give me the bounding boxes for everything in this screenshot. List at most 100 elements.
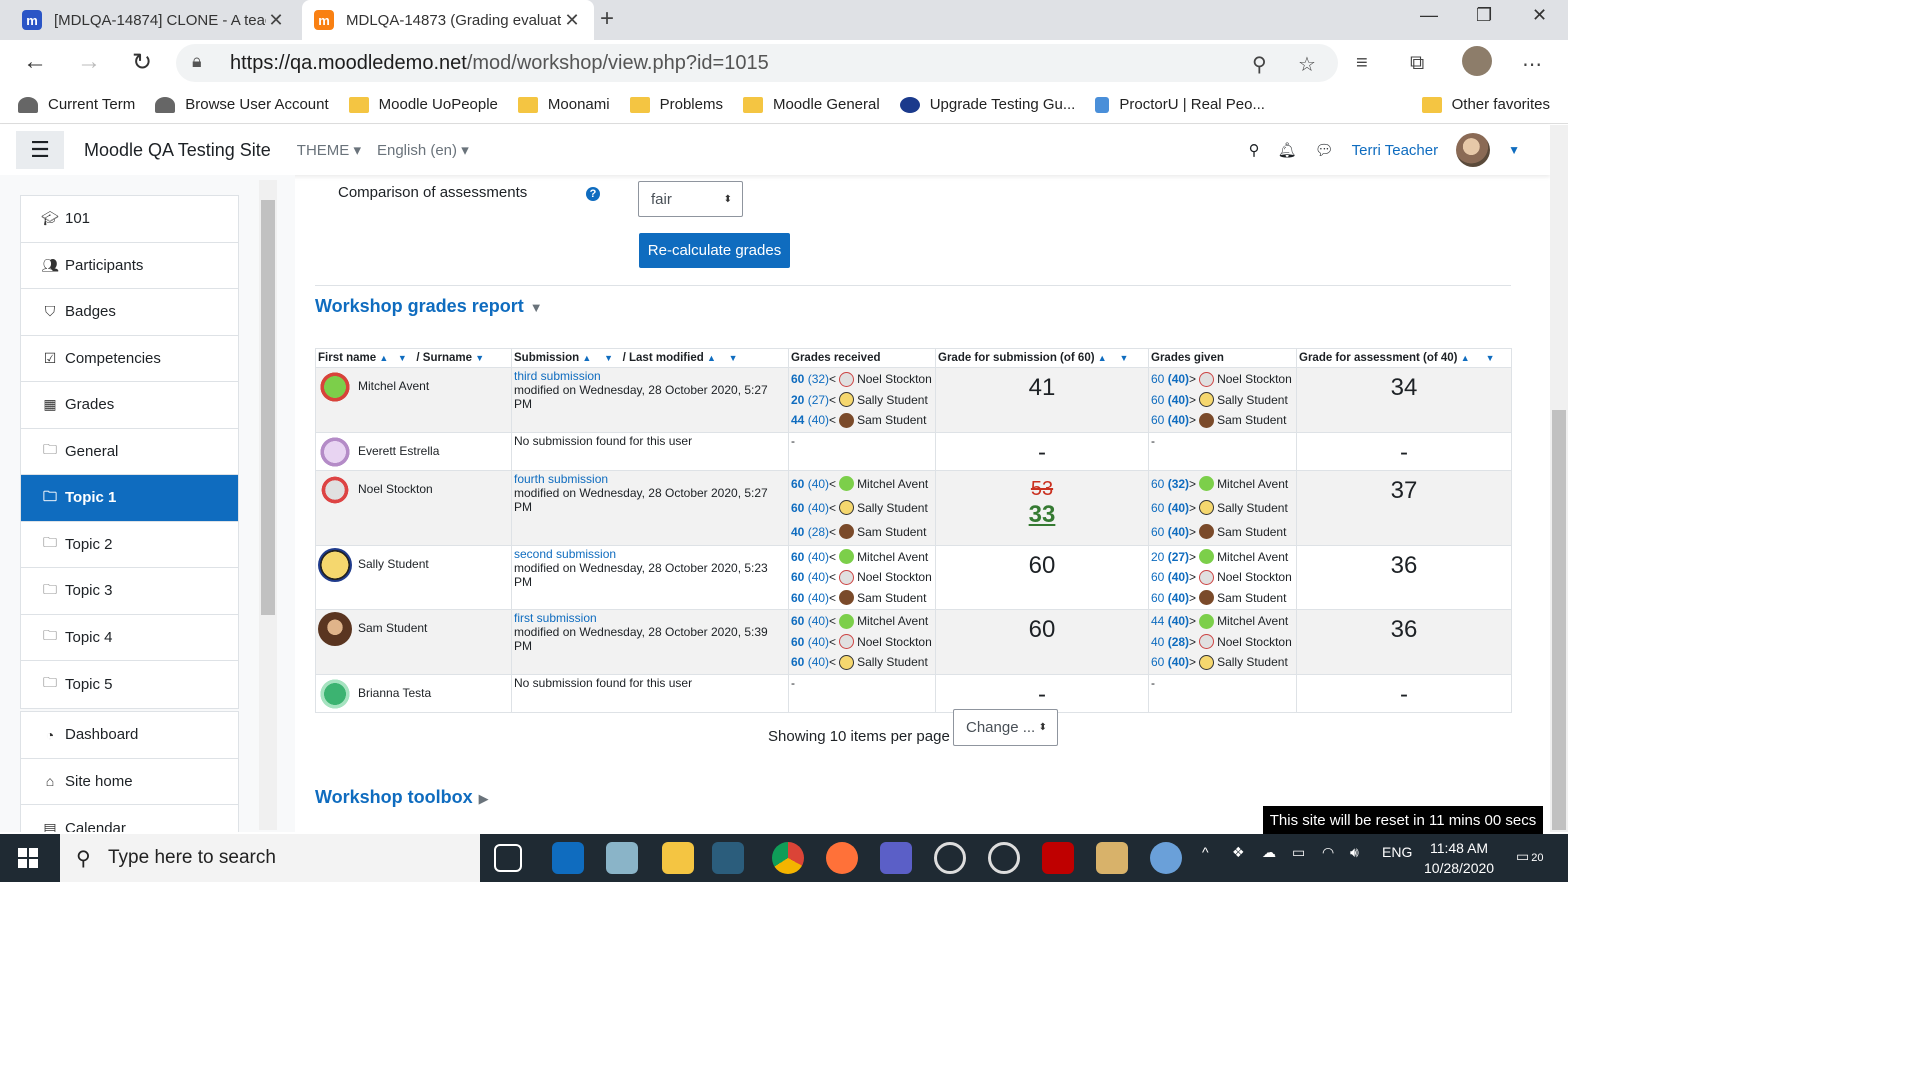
drawer-item-calendar[interactable]: ▤ Calendar: [21, 805, 238, 832]
page-scrollbar[interactable]: [1550, 125, 1568, 832]
task-view-icon[interactable]: [494, 844, 522, 872]
per-page-select[interactable]: Change ... ⬍: [953, 709, 1058, 746]
language-dropdown[interactable]: English (en) ▾: [377, 141, 469, 159]
sort-desc-icon[interactable]: ▼: [398, 353, 407, 363]
bookmark-folder[interactable]: Moodle UoPeople: [348, 96, 498, 113]
drawer-item-topic-4[interactable]: 🗀 Topic 4: [21, 615, 238, 661]
sort-desc-icon[interactable]: ▼: [475, 353, 484, 363]
user-name[interactable]: Sally Student: [358, 557, 429, 571]
theme-dropdown[interactable]: THEME ▾: [297, 141, 361, 159]
file-explorer-icon[interactable]: [662, 842, 694, 874]
user-menu-chevron-icon[interactable]: ▼: [1508, 143, 1520, 157]
bookmark-folder[interactable]: Moodle General: [742, 96, 880, 113]
grade-line[interactable]: 60 (40) < Sam Student: [791, 588, 933, 609]
recalculate-grades-button[interactable]: Re-calculate grades: [639, 233, 790, 268]
comparison-select[interactable]: fair ⬍: [638, 181, 743, 217]
sort-asc-icon[interactable]: ▲: [707, 353, 716, 363]
sort-desc-icon[interactable]: ▼: [604, 353, 613, 363]
grade-line[interactable]: 60 (40) > Noel Stockton: [1151, 567, 1294, 588]
grade-line[interactable]: 20 (27) > Mitchel Avent: [1151, 547, 1294, 568]
tray-chevron-icon[interactable]: ^: [1202, 844, 1209, 860]
volume-icon[interactable]: 🔊︎: [1350, 844, 1359, 861]
back-icon[interactable]: ←: [20, 48, 50, 76]
grade-line[interactable]: 40 (28) > Noel Stockton: [1151, 632, 1294, 653]
avatar[interactable]: [318, 547, 352, 582]
grade-line[interactable]: 44 (40) > Mitchel Avent: [1151, 611, 1294, 632]
drawer-item-topic-1[interactable]: 🗀 Topic 1: [21, 475, 238, 522]
avatar[interactable]: [318, 612, 352, 646]
language-indicator[interactable]: ENG: [1382, 844, 1412, 860]
help-icon[interactable]: ?: [586, 187, 600, 201]
bookmark-folder[interactable]: Problems: [629, 96, 723, 113]
site-name[interactable]: Moodle QA Testing Site: [84, 140, 271, 161]
user-name[interactable]: Everett Estrella: [358, 444, 439, 458]
sort-asc-icon[interactable]: ▲: [379, 353, 388, 363]
avatar[interactable]: [1456, 133, 1491, 167]
drawer-item-grades[interactable]: ▦ Grades: [21, 382, 238, 429]
zoom-icon[interactable]: ⚲: [1252, 52, 1267, 77]
forward-icon[interactable]: →: [74, 48, 104, 76]
bookmark-folder[interactable]: Moonami: [517, 96, 610, 113]
bookmark-item[interactable]: ProctorU | Real Peo...: [1095, 96, 1265, 113]
browser-tab-1[interactable]: m [MDLQA-14874] CLONE - A teac ✕: [10, 0, 298, 40]
grade-line[interactable]: 60 (40) < Noel Stockton: [791, 632, 933, 653]
close-tab-icon[interactable]: ✕: [562, 10, 582, 31]
grade-line[interactable]: 60 (40) < Sally Student: [791, 652, 933, 673]
favorite-star-icon[interactable]: ☆: [1298, 52, 1316, 77]
avatar[interactable]: [318, 676, 352, 711]
submission-link[interactable]: fourth submission: [514, 472, 608, 486]
restore-icon[interactable]: ❐: [1476, 5, 1492, 26]
sort-asc-icon[interactable]: ▲: [582, 353, 591, 363]
user-name[interactable]: Mitchel Avent: [358, 379, 429, 393]
sort-last-modified[interactable]: / Last modified: [623, 352, 704, 364]
url-field[interactable]: 🔒︎ https://qa.moodledemo.net/mod/worksho…: [176, 44, 1338, 82]
minimize-icon[interactable]: —: [1420, 5, 1438, 26]
favorites-list-icon[interactable]: ≡: [1356, 52, 1368, 75]
user-name[interactable]: Sam Student: [358, 621, 427, 635]
vpn-lock-icon[interactable]: [988, 842, 1020, 874]
hamburger-menu-icon[interactable]: ☰: [16, 131, 64, 169]
grade-line[interactable]: 60 (40) > Noel Stockton: [1151, 369, 1294, 390]
firefox-icon[interactable]: [826, 842, 858, 874]
obs-icon[interactable]: [934, 842, 966, 874]
chrome-icon[interactable]: [772, 842, 804, 874]
grade-line[interactable]: 60 (32) < Noel Stockton: [791, 369, 933, 390]
avatar[interactable]: [318, 434, 352, 469]
dropbox-icon[interactable]: ❖: [1232, 844, 1245, 861]
sort-asc-icon[interactable]: ▲: [1461, 353, 1470, 363]
outlook-icon[interactable]: [552, 842, 584, 874]
browser-tab-2[interactable]: m MDLQA-14873 (Grading evaluati ✕: [302, 0, 594, 40]
grade-line[interactable]: 60 (40) < Mitchel Avent: [791, 472, 933, 496]
notification-bell-icon[interactable]: 🔔︎: [1278, 141, 1297, 159]
drawer-item-site-home[interactable]: ⌂ Site home: [21, 759, 238, 805]
grade-line[interactable]: 60 (40) < Mitchel Avent: [791, 611, 933, 632]
notifications-icon[interactable]: ▭ 20: [1516, 848, 1543, 865]
drawer-item-badges[interactable]: ⛉ Badges: [21, 289, 238, 336]
drawer-item-dashboard[interactable]: ◔ Dashboard: [21, 712, 238, 759]
grade-line[interactable]: 60 (40) > Sally Student: [1151, 652, 1294, 673]
bookmark-item[interactable]: Browse User Account: [155, 96, 329, 113]
grade-line[interactable]: 60 (40) > Sam Student: [1151, 410, 1294, 431]
taskbar-search-input[interactable]: ⚲ Type here to search: [60, 834, 480, 882]
submission-link[interactable]: third submission: [514, 369, 601, 383]
drawer-item-101[interactable]: 🎓︎ 101: [21, 196, 238, 243]
sort-desc-icon[interactable]: ▼: [729, 353, 738, 363]
onedrive-icon[interactable]: ☁: [1262, 844, 1276, 861]
grades-report-heading[interactable]: Workshop grades report ▼: [315, 296, 543, 317]
search-icon[interactable]: ⚲: [1249, 141, 1260, 159]
user-name[interactable]: Noel Stockton: [358, 482, 433, 496]
grade-line[interactable]: 60 (40) < Mitchel Avent: [791, 547, 933, 568]
drawer-item-topic-5[interactable]: 🗀 Topic 5: [21, 661, 238, 708]
grade-line[interactable]: 60 (40) > Sam Student: [1151, 588, 1294, 609]
grade-line[interactable]: 60 (40) > Sam Student: [1151, 520, 1294, 544]
wifi-icon[interactable]: ◠: [1322, 844, 1334, 861]
drawer-item-topic-3[interactable]: 🗀 Topic 3: [21, 568, 238, 615]
drawer-item-competencies[interactable]: ☑ Competencies: [21, 336, 238, 382]
grade-line[interactable]: 60 (40) > Sally Student: [1151, 496, 1294, 520]
more-menu-icon[interactable]: ⋯: [1522, 52, 1542, 77]
drawer-scrollbar-thumb[interactable]: [261, 200, 275, 615]
drawer-scrollbar[interactable]: [259, 180, 277, 830]
grade-line[interactable]: 44 (40) < Sam Student: [791, 410, 933, 431]
workshop-toolbox-heading[interactable]: Workshop toolbox ▶: [315, 787, 489, 808]
submission-link[interactable]: second submission: [514, 547, 616, 561]
